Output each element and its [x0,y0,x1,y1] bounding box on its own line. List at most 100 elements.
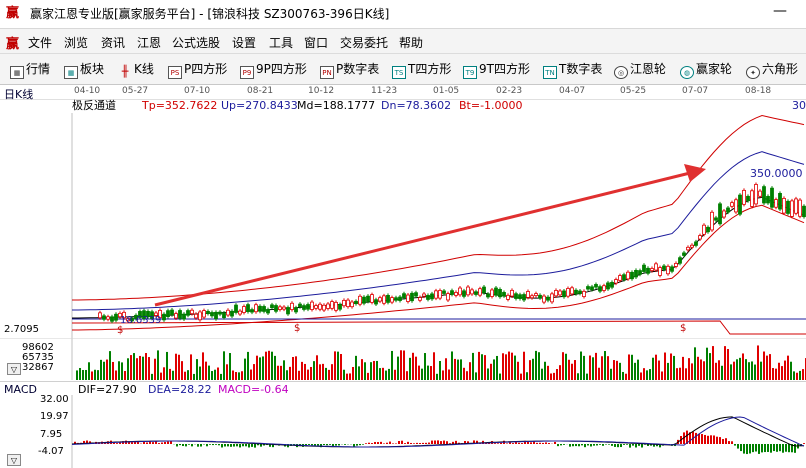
menu-item-browse[interactable]: 浏览 [64,34,88,51]
menu-item-window[interactable]: 窗口 [304,34,328,51]
volume-chart[interactable]: 98602 65735 32867 [0,338,806,380]
volume-bar [766,355,768,380]
candle-body [510,289,514,297]
kline-chart[interactable]: 18.6339 350.0000 2.7095 $ $ $ [0,113,806,338]
menu-item-tools[interactable]: 工具 [269,34,293,51]
macd-histogram-bar [404,443,406,444]
volume-bar [106,359,108,380]
toolbar-9p-square-button[interactable]: P9 9P四方形 [240,60,307,79]
macd-histogram-bar [752,444,754,453]
volume-bar [94,369,96,380]
macd-histogram-bar [758,444,760,454]
volume-bar [208,365,210,380]
macd-histogram-bar [584,444,586,448]
volume-bar [283,360,285,380]
macd-histogram-bar [512,443,514,444]
menu-item-file[interactable]: 文件 [28,34,52,51]
candle-body [410,292,414,302]
macd-histogram-bar [188,444,190,445]
candle-body [458,287,462,296]
toolbar-label: 赢家轮 [696,62,733,76]
volume-panel-toggle[interactable]: ▽ [7,363,21,375]
toolbar-quotes-button[interactable]: ▦ 行情 [10,60,50,79]
volume-bar [517,361,519,380]
toolbar-kline-button[interactable]: ╫ K线 [118,60,154,78]
volume-bar [703,361,705,380]
toolbar-p-table-button[interactable]: PN P数字表 [320,60,379,79]
volume-bar [379,368,381,380]
volume-bar [163,367,165,380]
toolbar-gann-wheel-button[interactable]: ◎ 江恩轮 [614,60,666,79]
candle-body [514,293,518,299]
volume-bar [724,346,726,380]
macd-histogram-bar [227,444,229,447]
date-tick: 01-05 [433,86,460,96]
volume-bar [190,354,192,380]
macd-histogram-bar [734,444,736,446]
volume-bar [82,370,84,380]
macd-histogram-bar [581,444,583,446]
toolbar-p-square-button[interactable]: PS P四方形 [168,60,227,79]
candle-body [178,310,182,319]
indicator-name[interactable]: 极反通道 [72,99,116,112]
candle-body [598,286,602,292]
macd-histogram-bar [221,444,223,448]
menu-item-help[interactable]: 帮助 [399,34,423,51]
candle-body [774,199,778,208]
candle-body [222,312,226,319]
volume-bar [394,369,396,380]
blocks-icon: ▦ [64,66,78,79]
macd-histogram-bar [515,442,517,444]
candle-body [794,198,798,214]
menu-item-news[interactable]: 资讯 [101,34,125,51]
volume-bar [781,366,783,380]
candle-body [474,291,478,295]
menu-item-settings[interactable]: 设置 [232,34,256,51]
signal-marker: $ [680,323,686,334]
macd-chart[interactable]: 32.00 19.97 7.95 -4.07 [0,395,806,468]
candle-body [446,293,450,301]
toolbar-t-square-button[interactable]: TS T四方形 [392,60,451,79]
volume-bar [361,359,363,380]
volume-bar [397,356,399,380]
volume-bar [142,356,144,380]
macd-histogram-bar [776,444,778,452]
candle-body [370,294,374,303]
menu-item-trade[interactable]: 交易委托 [340,34,388,51]
macd-panel-toggle[interactable]: ▽ [7,454,21,466]
menu-item-gann[interactable]: 江恩 [137,34,161,51]
volume-bar [775,368,777,380]
date-tick: 05-27 [122,86,149,96]
volume-bar [250,369,252,380]
volume-bar [187,370,189,380]
macd-histogram-bar [779,444,781,452]
minimize-button[interactable]: — [770,4,790,24]
t9-icon: T9 [463,66,477,79]
toolbar: ▦ 行情 ▦ 板块 ╫ K线 PS P四方形 P9 9P四方形 PN P数字表 TS T四方形… [0,54,806,85]
toolbar-hexagon-button[interactable]: ✦ 六角形 [746,60,798,79]
candle-body [554,290,558,297]
candle-body [678,257,682,264]
toolbar-winner-wheel-button[interactable]: ◍ 赢家轮 [680,60,733,79]
toolbar-9t-square-button[interactable]: T9 9T四方形 [463,60,530,79]
candle-body [362,296,366,304]
macd-header: MACD DIF=27.90 DEA=28.22 MACD=-0.64 [0,381,806,396]
candle-body [722,210,726,218]
volume-bar [109,351,111,380]
volume-bar [589,355,591,380]
macd-histogram-bar [209,444,211,445]
date-tick: 10-12 [308,86,335,96]
low-price-label: 18.6339 [120,315,161,326]
volume-bar [685,368,687,380]
macd-histogram-bar [398,440,400,444]
volume-bar [133,353,135,380]
volume-bar [313,361,315,380]
menu-item-formula[interactable]: 公式选股 [172,34,220,51]
indicator-bt: Bt=-1.0000 [459,99,523,112]
date-tick: 04-10 [74,86,101,96]
volume-bar [730,364,732,380]
toolbar-sectors-button[interactable]: ▦ 板块 [64,60,104,79]
candle-body [750,190,754,207]
candle-body [206,310,210,314]
toolbar-t-table-button[interactable]: TN T数字表 [543,60,602,79]
